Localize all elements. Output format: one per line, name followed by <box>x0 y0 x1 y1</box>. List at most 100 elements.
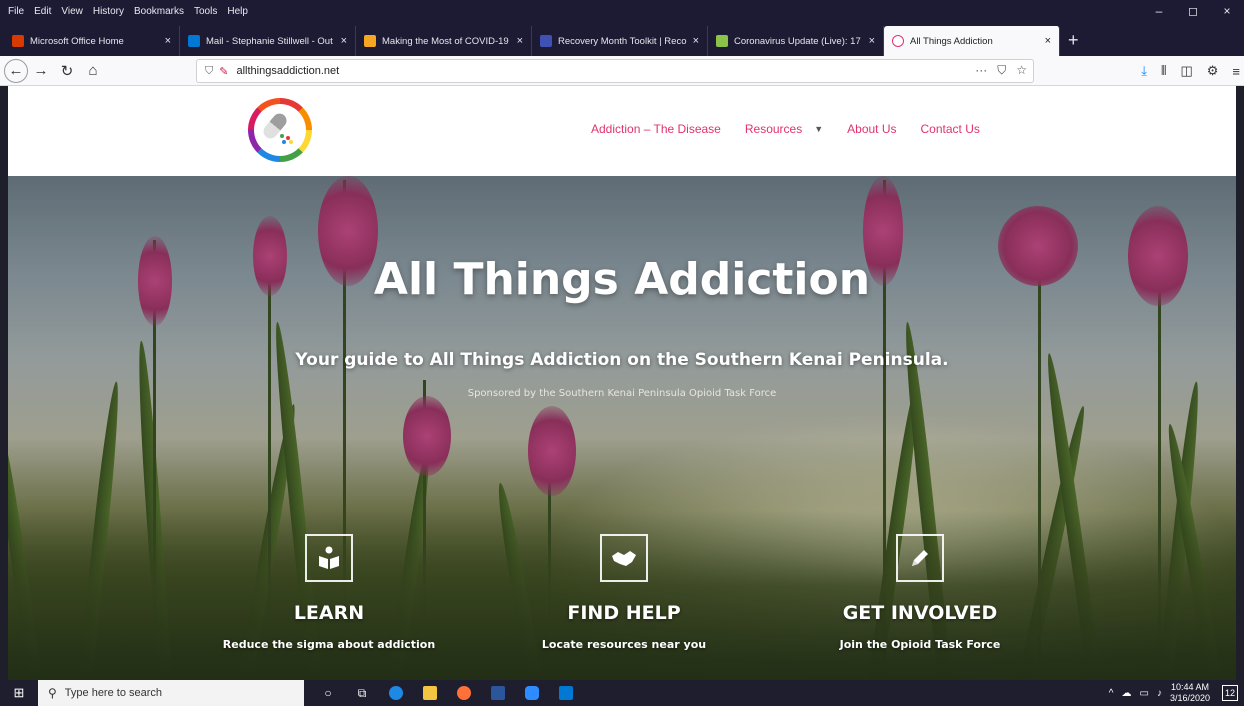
extension-icon[interactable]: ⚙ <box>1207 63 1219 79</box>
menu-bookmarks[interactable]: Bookmarks <box>134 6 184 17</box>
feature-title[interactable]: GET INVOLVED <box>800 602 1040 624</box>
zoom-icon[interactable] <box>520 680 544 706</box>
clock-time: 10:44 AM <box>1170 682 1209 692</box>
tab-label: All Things Addiction <box>910 35 993 47</box>
tab-office-home[interactable]: Microsoft Office Home × <box>4 26 180 56</box>
browser-window: File Edit View History Bookmarks Tools H… <box>0 0 1244 706</box>
close-tab-icon[interactable]: × <box>693 35 699 47</box>
menu-tools[interactable]: Tools <box>194 6 217 17</box>
download-icon[interactable]: ⤓ <box>1141 63 1147 79</box>
dots-icon <box>280 134 294 144</box>
window-controls: – ◻ × <box>1142 0 1244 22</box>
forward-arrow-icon[interactable]: → <box>28 58 54 84</box>
reload-icon[interactable]: ↻ <box>54 58 80 84</box>
tab-covid[interactable]: Making the Most of COVID-19 × <box>356 26 532 56</box>
handshake-icon[interactable] <box>600 534 648 582</box>
close-window-button[interactable]: × <box>1210 4 1244 18</box>
address-bar-actions: ··· ⛉ ☆ <box>975 63 1027 78</box>
hero-sponsor-text: Sponsored by the Southern Kenai Peninsul… <box>467 388 777 399</box>
nav-addiction-disease[interactable]: Addiction – The Disease <box>591 122 721 136</box>
network-icon[interactable]: ☁ <box>1122 688 1132 699</box>
feature-title[interactable]: FIND HELP <box>504 602 744 624</box>
outlook-icon[interactable] <box>554 680 578 706</box>
back-arrow-icon[interactable]: ← <box>4 58 28 83</box>
feature-description: Join the Opioid Task Force <box>839 638 1001 651</box>
maximize-button[interactable]: ◻ <box>1176 4 1210 18</box>
nav-contact-us[interactable]: Contact Us <box>921 122 980 136</box>
pencil-icon[interactable] <box>896 534 944 582</box>
edge-icon[interactable] <box>384 680 408 706</box>
page-favicon-icon <box>716 35 728 47</box>
close-tab-icon[interactable]: × <box>1045 35 1051 47</box>
feature-title[interactable]: LEARN <box>209 602 449 624</box>
search-icon: ⚲ <box>48 686 57 700</box>
new-tab-button[interactable]: + <box>1068 26 1079 56</box>
tab-recovery[interactable]: Recovery Month Toolkit | Reco × <box>532 26 708 56</box>
windows-start-icon[interactable]: ⊞ <box>0 680 38 706</box>
firefox-icon[interactable] <box>452 680 476 706</box>
tab-mail[interactable]: Mail - Stephanie Stillwell - Out × <box>180 26 356 56</box>
page-actions-icon[interactable]: ··· <box>975 63 987 78</box>
feature-description: Reduce the sigma about addiction <box>222 638 436 651</box>
chevron-down-icon[interactable]: ▼ <box>814 124 823 134</box>
menu-bar: File Edit View History Bookmarks Tools H… <box>0 0 1244 22</box>
feature-learn[interactable]: LEARN Reduce the sigma about addiction <box>209 534 449 651</box>
close-tab-icon[interactable]: × <box>517 35 523 47</box>
outlook-icon <box>188 35 200 47</box>
shield-icon[interactable]: ⛉ <box>205 65 213 78</box>
taskbar-clock[interactable]: 10:44 AM 3/16/2020 <box>1170 682 1210 704</box>
feature-find-help[interactable]: FIND HELP Locate resources near you <box>504 534 744 651</box>
site-nav: Addiction – The Disease Resources ▼ Abou… <box>591 122 1004 136</box>
taskbar-search-input[interactable]: ⚲ Type here to search <box>38 680 304 706</box>
tab-label: Coronavirus Update (Live): 17 <box>734 35 861 47</box>
tab-label: Microsoft Office Home <box>30 35 124 47</box>
file-explorer-icon[interactable] <box>418 680 442 706</box>
word-icon[interactable] <box>486 680 510 706</box>
nav-resources[interactable]: Resources <box>745 122 802 136</box>
pocket-icon[interactable]: ⛉ <box>997 63 1006 78</box>
menu-hamburger-icon[interactable]: ≡ <box>1232 64 1240 79</box>
close-tab-icon[interactable]: × <box>869 35 875 47</box>
permissions-icon[interactable]: ✎ <box>219 65 228 78</box>
site-favicon-icon <box>892 35 904 47</box>
toolbar-right: ⤓ ⫴ ◫ ⚙ ≡ <box>1141 56 1240 86</box>
tab-coronavirus[interactable]: Coronavirus Update (Live): 17 × <box>708 26 884 56</box>
cortana-icon[interactable]: ○ <box>316 680 340 706</box>
site-logo[interactable] <box>248 98 312 162</box>
sidebar-icon[interactable]: ◫ <box>1180 63 1192 79</box>
bookmark-star-icon[interactable]: ☆ <box>1016 63 1027 78</box>
library-icon[interactable]: ⫴ <box>1161 63 1166 79</box>
url-text[interactable]: allthingsaddiction.net <box>236 65 339 77</box>
menu-history[interactable]: History <box>93 6 124 17</box>
menu-file[interactable]: File <box>8 6 24 17</box>
taskbar-apps: ○ ⧉ <box>316 680 578 706</box>
tab-bar: Microsoft Office Home × Mail - Stephanie… <box>0 22 1244 56</box>
book-reader-icon[interactable] <box>305 534 353 582</box>
menu-edit[interactable]: Edit <box>34 6 51 17</box>
close-tab-icon[interactable]: × <box>341 35 347 47</box>
feature-get-involved[interactable]: GET INVOLVED Join the Opioid Task Force <box>800 534 1040 651</box>
monitor-icon[interactable]: ▭ <box>1140 688 1149 699</box>
tab-label: Making the Most of COVID-19 <box>382 35 509 47</box>
menu-view[interactable]: View <box>61 6 83 17</box>
close-tab-icon[interactable]: × <box>165 35 171 47</box>
hero-subtitle: Your guide to All Things Addiction on th… <box>295 350 949 370</box>
tab-label: Mail - Stephanie Stillwell - Out <box>206 35 333 47</box>
notification-center-icon[interactable]: 12 <box>1222 685 1238 701</box>
volume-icon[interactable]: ♪ <box>1157 688 1162 699</box>
address-bar[interactable]: ⛉ ✎ allthingsaddiction.net ··· ⛉ ☆ <box>196 59 1034 83</box>
page-favicon-icon <box>364 35 376 47</box>
hero-title: All Things Addiction <box>373 254 871 305</box>
search-placeholder: Type here to search <box>64 687 163 699</box>
menu-help[interactable]: Help <box>227 6 248 17</box>
windows-taskbar: ⊞ ⚲ Type here to search ○ ⧉ ^ ☁ ▭ ♪ 10:4… <box>0 680 1244 706</box>
task-view-icon[interactable]: ⧉ <box>350 680 374 706</box>
clock-date: 3/16/2020 <box>1169 693 1210 703</box>
chevron-up-icon[interactable]: ^ <box>1109 688 1114 699</box>
web-page: Addiction – The Disease Resources ▼ Abou… <box>8 86 1236 680</box>
nav-about-us[interactable]: About Us <box>847 122 896 136</box>
tab-all-things-addiction[interactable]: All Things Addiction × <box>884 26 1060 56</box>
feature-description: Locate resources near you <box>541 638 707 651</box>
minimize-button[interactable]: – <box>1142 4 1176 18</box>
home-icon[interactable]: ⌂ <box>80 58 106 84</box>
